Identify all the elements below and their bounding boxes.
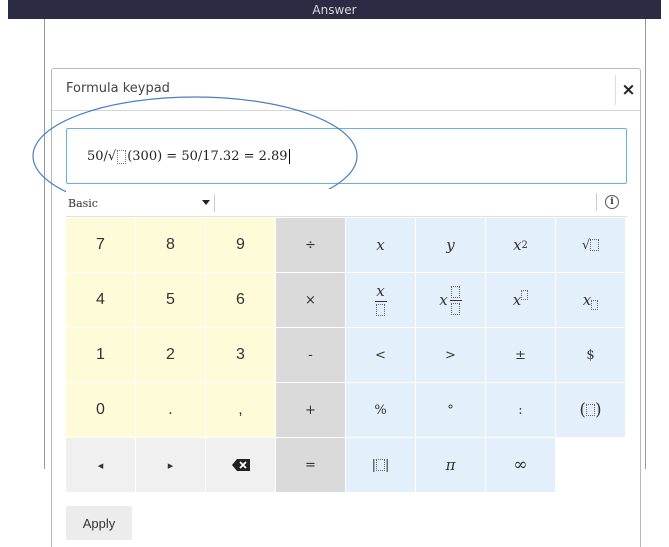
key-minus[interactable]: - — [276, 328, 346, 383]
key-dollar[interactable]: $ — [556, 328, 626, 383]
mode-select-value: Basic — [68, 196, 98, 210]
sqrt-symbol: √ — [581, 237, 591, 253]
key-percent[interactable]: % — [346, 383, 416, 438]
key-power[interactable]: x — [486, 273, 556, 328]
key-pi[interactable]: π — [416, 438, 486, 493]
keypad-grid: 7 8 9 ÷ x y x2 √ 4 5 6 × x x x x 1 2 3 -… — [66, 218, 626, 493]
key-x[interactable]: x — [346, 218, 416, 273]
key-6[interactable]: 6 — [206, 273, 276, 328]
background-panel-border-left — [44, 19, 45, 469]
key-comma[interactable]: , — [206, 383, 276, 438]
key-y[interactable]: y — [416, 218, 486, 273]
key-absolute-value[interactable]: | | — [346, 438, 416, 493]
info-icon[interactable]: i — [605, 195, 619, 209]
key-1[interactable]: 1 — [66, 328, 136, 383]
key-cursor-left[interactable]: ◂ — [66, 438, 136, 493]
formula-keypad-dialog: Formula keypad × 50/√ (300) = 50/17.32 =… — [32, 68, 641, 547]
key-empty — [556, 438, 626, 493]
apply-button[interactable]: Apply — [66, 506, 132, 540]
key-plus[interactable]: + — [276, 383, 346, 438]
key-square-root[interactable]: √ — [556, 218, 626, 273]
key-mixed-fraction[interactable]: x — [416, 273, 486, 328]
key-3[interactable]: 3 — [206, 328, 276, 383]
key-5[interactable]: 5 — [136, 273, 206, 328]
x-squared-base: x — [513, 236, 522, 254]
key-cursor-right[interactable]: ▸ — [136, 438, 206, 493]
abs-bar-right: | — [385, 457, 390, 473]
key-fraction[interactable]: x — [346, 273, 416, 328]
keypad-toolbar: Basic i — [66, 189, 627, 217]
key-x-squared[interactable]: x2 — [486, 218, 556, 273]
background-panel-border-right — [645, 19, 646, 469]
mode-select[interactable]: Basic — [68, 194, 215, 212]
exponent-box-icon — [521, 290, 529, 300]
paren-open: ( — [579, 400, 586, 420]
key-colon[interactable]: : — [486, 383, 556, 438]
key-decimal-point[interactable]: . — [136, 383, 206, 438]
key-subscript[interactable]: x — [556, 273, 626, 328]
key-backspace[interactable] — [206, 438, 276, 493]
power-base: x — [512, 291, 522, 309]
key-2[interactable]: 2 — [136, 328, 206, 383]
key-greater-than[interactable]: > — [416, 328, 486, 383]
key-plus-minus[interactable]: ± — [486, 328, 556, 383]
key-0[interactable]: 0 — [66, 383, 136, 438]
paren-close: ) — [595, 400, 602, 420]
key-7[interactable]: 7 — [66, 218, 136, 273]
key-9[interactable]: 9 — [206, 218, 276, 273]
key-parentheses[interactable]: () — [556, 383, 626, 438]
x-squared-exponent: 2 — [521, 239, 528, 251]
key-equals[interactable]: = — [276, 438, 346, 493]
toolbar-divider — [596, 193, 597, 211]
mixed-fraction-icon — [449, 285, 462, 315]
mixed-fraction-whole: x — [439, 291, 448, 309]
key-multiply[interactable]: × — [276, 273, 346, 328]
key-divide[interactable]: ÷ — [276, 218, 346, 273]
fraction-numerator: x — [376, 282, 385, 300]
placeholder-box-icon — [586, 404, 595, 416]
answer-title: Answer — [312, 3, 357, 17]
subscript-base: x — [582, 291, 592, 309]
key-infinity[interactable]: ∞ — [486, 438, 556, 493]
subscript-box-icon — [591, 300, 599, 310]
key-8[interactable]: 8 — [136, 218, 206, 273]
backspace-icon — [231, 459, 250, 471]
key-less-than[interactable]: < — [346, 328, 416, 383]
dialog-title: Formula keypad — [66, 81, 170, 96]
chevron-down-icon — [202, 200, 210, 205]
fraction-icon: x — [374, 282, 387, 316]
key-4[interactable]: 4 — [66, 273, 136, 328]
placeholder-box-icon — [376, 459, 385, 471]
key-degree[interactable]: ° — [416, 383, 486, 438]
close-button[interactable]: × — [615, 75, 641, 105]
answer-header-bar: Answer — [8, 0, 661, 19]
placeholder-box-icon — [590, 239, 600, 251]
